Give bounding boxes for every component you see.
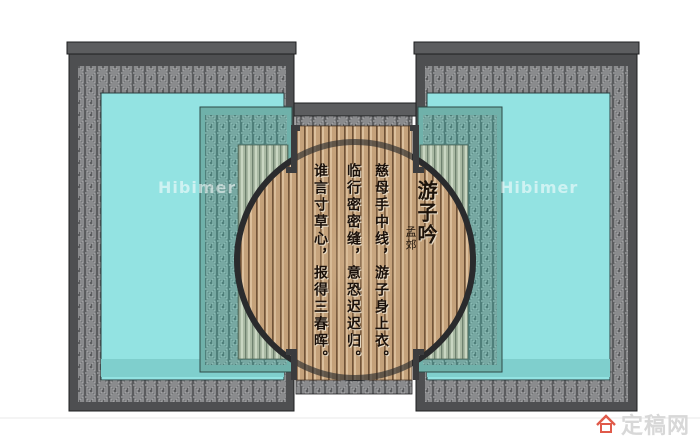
brand-mark: 定稿网 (595, 408, 690, 440)
house-logo-icon (596, 414, 616, 433)
watermark-right: Hibimer (500, 178, 579, 197)
poem-author: 孟郊 (404, 226, 417, 252)
poem-line-1: 慈母手中线，游子身上衣。 (373, 163, 389, 367)
brand-name: 定稿网 (620, 414, 690, 439)
poem-line-2: 临行密密缝，意恐迟迟归。 (345, 163, 361, 367)
watermark-left: Hibimer (158, 178, 237, 197)
poem-line-3: 谁言寸草心，报得三春晖。 (312, 163, 328, 367)
